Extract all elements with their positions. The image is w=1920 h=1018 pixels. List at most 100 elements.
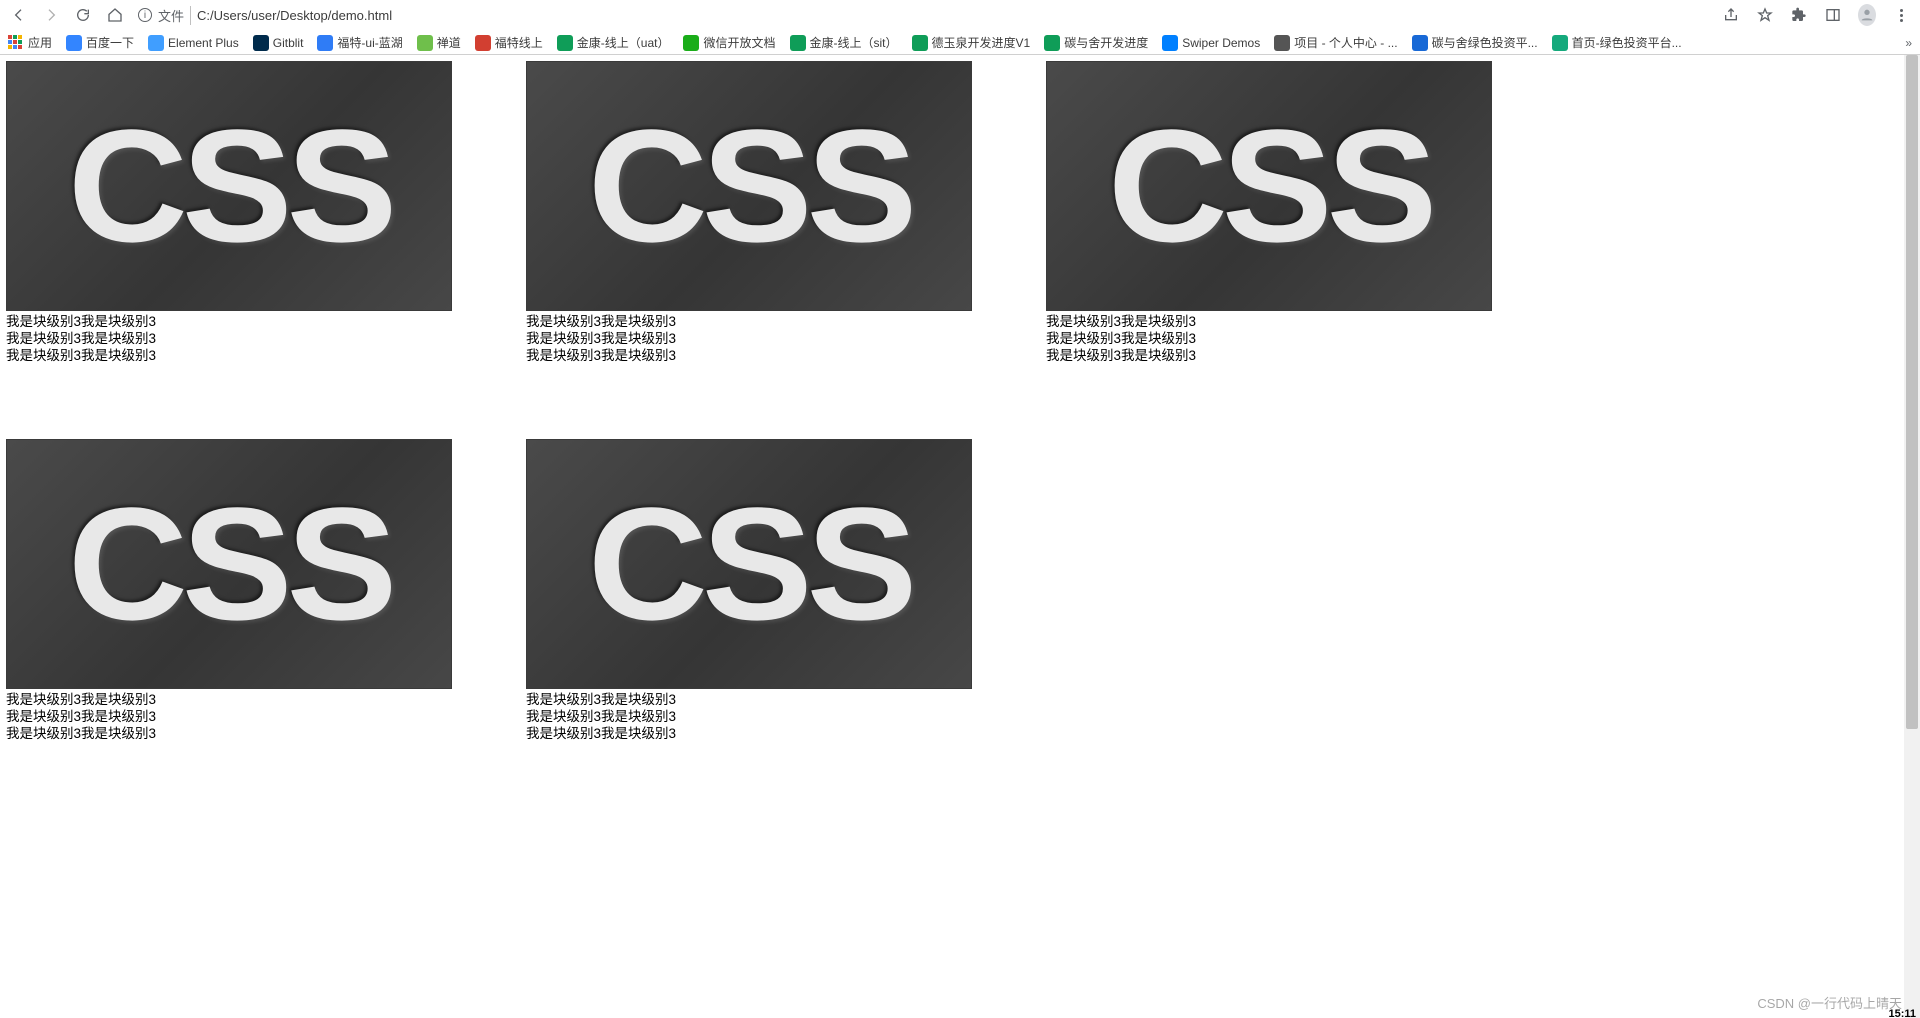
bookmark-favicon (66, 35, 82, 51)
reload-button[interactable] (74, 6, 92, 24)
bookmark-item[interactable]: Swiper Demos (1162, 35, 1260, 51)
content-card: CSS我是块级别3我是块级别3我是块级别3我是块级别3我是块级别3我是块级别3 (526, 61, 972, 364)
bookmark-label: 碳与舍开发进度 (1064, 34, 1148, 51)
toolbar-right (1722, 6, 1910, 24)
profile-button[interactable] (1858, 6, 1876, 24)
caption-line: 我是块级别3我是块级别3 (526, 313, 972, 330)
browser-chrome: i 文件 C:/Users/user/Desktop/demo.html (0, 0, 1920, 55)
bookmark-item[interactable]: 首页-绿色投资平台... (1552, 34, 1682, 51)
caption-line: 我是块级别3我是块级别3 (6, 708, 452, 725)
content-card: CSS我是块级别3我是块级别3我是块级别3我是块级别3我是块级别3我是块级别3 (6, 439, 452, 742)
bookmark-label: 金康-线上（uat） (577, 34, 670, 51)
bookmark-favicon (417, 35, 433, 51)
bookmark-label: 福特线上 (495, 34, 543, 51)
bookmarks-bar: 应用百度一下 Element Plus Gitblit 福特-ui-蓝湖 禅道 福特线上 金… (0, 30, 1920, 55)
bookmark-favicon (317, 35, 333, 51)
bookmark-favicon (912, 35, 928, 51)
back-button[interactable] (10, 6, 28, 24)
bookmark-label: 碳与舍绿色投资平... (1432, 34, 1538, 51)
bookmark-label: Element Plus (168, 36, 239, 50)
info-icon: i (138, 8, 152, 22)
caption-line: 我是块级别3我是块级别3 (526, 347, 972, 364)
caption-line: 我是块级别3我是块级别3 (526, 691, 972, 708)
scrollbar[interactable] (1904, 55, 1920, 1018)
caption-line: 我是块级别3我是块级别3 (526, 330, 972, 347)
card-image: CSS (6, 439, 452, 689)
bookmark-item[interactable]: 禅道 (417, 34, 461, 51)
bookmark-item[interactable]: 碳与舍开发进度 (1044, 34, 1148, 51)
bookmark-item[interactable]: 应用 (8, 34, 52, 51)
bookmark-item[interactable]: 项目 - 个人中心 - ... (1274, 34, 1397, 51)
card-image-text: CSS (587, 94, 910, 278)
bookmark-favicon (1044, 35, 1060, 51)
card-caption: 我是块级别3我是块级别3我是块级别3我是块级别3我是块级别3我是块级别3 (6, 311, 452, 364)
bookmark-label: 金康-线上（sit） (810, 34, 898, 51)
extensions-button[interactable] (1790, 6, 1808, 24)
card-image-text: CSS (67, 94, 390, 278)
side-panel-button[interactable] (1824, 6, 1842, 24)
bookmark-favicon (1412, 35, 1428, 51)
bookmark-label: 项目 - 个人中心 - ... (1294, 34, 1397, 51)
card-image: CSS (6, 61, 452, 311)
bookmark-item[interactable]: 碳与舍绿色投资平... (1412, 34, 1538, 51)
bookmark-item[interactable]: 百度一下 (66, 34, 134, 51)
bookmark-item[interactable]: 微信开放文档 (683, 34, 775, 51)
bookmark-item[interactable]: 福特线上 (475, 34, 543, 51)
bookmark-favicon (683, 35, 699, 51)
menu-button[interactable] (1892, 6, 1910, 24)
content-card: CSS我是块级别3我是块级别3我是块级别3我是块级别3我是块级别3我是块级别3 (6, 61, 452, 364)
bookmark-label: 微信开放文档 (703, 34, 775, 51)
panel-icon (1825, 7, 1841, 23)
caption-line: 我是块级别3我是块级别3 (1046, 330, 1492, 347)
card-caption: 我是块级别3我是块级别3我是块级别3我是块级别3我是块级别3我是块级别3 (6, 689, 452, 742)
bookmark-favicon (1274, 35, 1290, 51)
caption-line: 我是块级别3我是块级别3 (6, 691, 452, 708)
content-card: CSS 我是块级别3我是块级别3我是块级别3我是块级别3我是块级别3我是块级别3 (526, 439, 972, 742)
caption-line: 我是块级别3我是块级别3 (6, 347, 452, 364)
bookmark-star-button[interactable] (1756, 6, 1774, 24)
card-image-text: CSS (587, 472, 910, 656)
home-button[interactable] (106, 6, 124, 24)
caption-line: 我是块级别3我是块级别3 (6, 313, 452, 330)
kebab-icon (1900, 9, 1903, 22)
caption-line: 我是块级别3我是块级别3 (6, 725, 452, 742)
address-bar[interactable]: i 文件 C:/Users/user/Desktop/demo.html (138, 6, 1708, 25)
card-image-text: CSS (67, 472, 390, 656)
arrow-left-icon (11, 7, 27, 23)
content-card: CSS我是块级别3我是块级别3我是块级别3我是块级别3我是块级别3我是块级别3 (1046, 61, 1492, 364)
bookmark-item[interactable]: 金康-线上（uat） (557, 34, 670, 51)
bookmark-favicon (253, 35, 269, 51)
scrollbar-thumb[interactable] (1906, 55, 1918, 729)
page-content: CSS我是块级别3我是块级别3我是块级别3我是块级别3我是块级别3我是块级别3C… (0, 55, 1920, 748)
bookmark-item[interactable]: 德玉泉开发进度V1 (912, 34, 1031, 51)
bookmark-label: 禅道 (437, 34, 461, 51)
card-caption: 我是块级别3我是块级别3我是块级别3我是块级别3我是块级别3我是块级别3 (526, 689, 972, 742)
bookmark-label: 德玉泉开发进度V1 (932, 34, 1031, 51)
card-image: CSS (1046, 61, 1492, 311)
share-icon (1723, 7, 1739, 23)
caption-line: 我是块级别3我是块级别3 (526, 708, 972, 725)
clock: 15:11 (1888, 1008, 1916, 1018)
bookmark-favicon (790, 35, 806, 51)
reload-icon (75, 7, 91, 23)
bookmark-favicon (8, 35, 24, 51)
bookmark-favicon (1162, 35, 1178, 51)
page-viewport: CSS我是块级别3我是块级别3我是块级别3我是块级别3我是块级别3我是块级别3C… (0, 55, 1920, 1018)
bookmark-item[interactable]: Gitblit (253, 35, 304, 51)
bookmark-item[interactable]: 福特-ui-蓝湖 (317, 34, 402, 51)
bookmark-favicon (148, 35, 164, 51)
card-image: CSS (526, 439, 972, 689)
caption-line: 我是块级别3我是块级别3 (1046, 313, 1492, 330)
bookmark-item[interactable]: Element Plus (148, 35, 239, 51)
avatar-icon (1858, 4, 1876, 26)
bookmark-item[interactable]: 金康-线上（sit） (790, 34, 898, 51)
bookmark-favicon (475, 35, 491, 51)
bookmark-label: Swiper Demos (1182, 36, 1260, 50)
caption-line: 我是块级别3我是块级别3 (6, 330, 452, 347)
bookmarks-overflow[interactable]: » (1905, 36, 1912, 50)
bookmark-favicon (557, 35, 573, 51)
home-icon (107, 7, 123, 23)
card-image-text: CSS (1107, 94, 1430, 278)
forward-button[interactable] (42, 6, 60, 24)
share-button[interactable] (1722, 6, 1740, 24)
